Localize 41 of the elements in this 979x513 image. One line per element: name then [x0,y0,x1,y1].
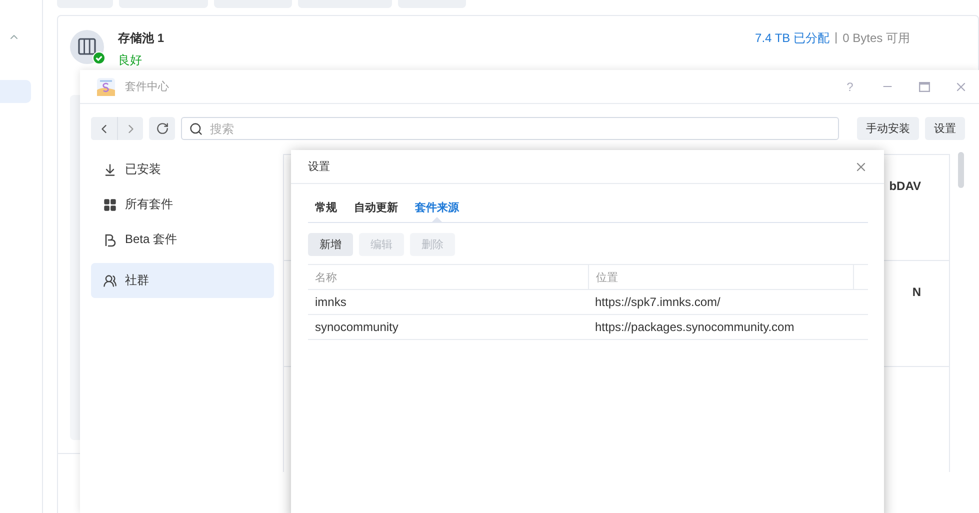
nav-item[interactable]: Beta 套件 [91,228,274,251]
nav-item[interactable]: 社群 [91,263,274,298]
nav-label: 已安装 [125,161,161,178]
column-header: 名称 [314,270,338,286]
nav-label: 社群 [125,272,149,289]
tab[interactable]: 常规 [315,201,337,222]
table-cell-text: https://spk7.imnks.com/ [594,295,722,309]
download-icon [103,162,117,176]
toolbar-button[interactable]: 设置 [925,117,965,140]
column-header: 位置 [588,265,853,289]
toolbar-button[interactable]: 手动安装 [857,117,919,140]
table-cell-text: imnks [314,295,348,309]
search-icon [189,122,203,136]
nav-label: Beta 套件 [125,231,178,248]
app-icon [97,78,115,96]
action-button[interactable]: 新增 [308,233,353,256]
nav-label: 所有套件 [125,196,173,213]
package-title: N [912,285,921,299]
table-cell-text: synocommunity [314,320,400,334]
community-icon [103,274,117,288]
pool-status: 良好 [118,52,142,69]
nav-item[interactable]: 已安装 [91,158,274,181]
grid-icon [103,198,117,212]
package-title: bDAV [889,179,921,193]
forward-button[interactable] [117,117,143,140]
storage-pool-icon [70,30,106,66]
allocated-size: 7.4 TB 已分配 [755,30,830,47]
tab[interactable]: 套件来源 [415,201,459,222]
refresh-button[interactable] [149,117,175,140]
window-title: 套件中心 [125,80,170,94]
nav-item[interactable]: 所有套件 [91,193,274,216]
beta-icon [103,232,117,246]
separator: | [834,30,838,46]
pool-name: 存储池 1 [118,30,164,47]
scrollbar[interactable] [958,152,964,188]
tab[interactable]: 自动更新 [354,201,398,222]
available-size: 0 Bytes 可用 [842,30,910,47]
refresh-icon [156,122,168,135]
dialog-title: 设置 [308,160,331,174]
search-field[interactable]: 搜索 [181,117,839,140]
table-cell-text: https://packages.synocommunity.com [594,320,796,334]
